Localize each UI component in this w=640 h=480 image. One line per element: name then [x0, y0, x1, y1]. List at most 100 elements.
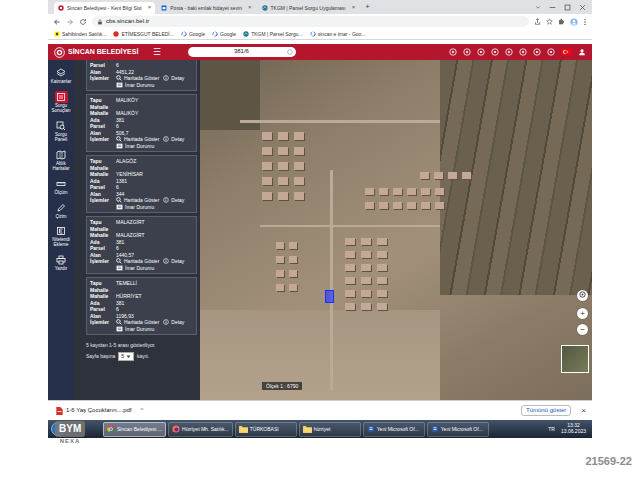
info-link[interactable]: Detay: [163, 75, 184, 82]
browser-tab[interactable]: TKGM | Parsel Sorgu Uygulaması ×: [258, 2, 360, 14]
sidebar-label[interactable]: Sorgu Sonuçları: [49, 104, 73, 114]
clock[interactable]: 13:3213.06.2023: [561, 423, 586, 435]
action-label[interactable]: Detay: [171, 75, 184, 82]
overview-map[interactable]: [561, 345, 589, 373]
sidebar-item[interactable]: Nitelendi Ekleme: [48, 224, 74, 249]
bookmark-label[interactable]: TKGM | Parsel Sorgu...: [251, 31, 303, 37]
close-tab-button[interactable]: ×: [248, 4, 252, 11]
close-download-bar-button[interactable]: ×: [581, 406, 586, 416]
close-tab-button[interactable]: ×: [352, 4, 356, 11]
share-icon[interactable]: [534, 18, 541, 25]
star-icon[interactable]: [546, 18, 553, 25]
user-icon[interactable]: [578, 48, 586, 56]
zoom-in-button[interactable]: +: [577, 308, 588, 319]
taskbar-button[interactable]: Sincan Belediyesi ...: [103, 422, 166, 437]
close-window-icon[interactable]: [579, 4, 586, 11]
sidebar-label[interactable]: Ölçüm: [54, 191, 67, 196]
bookmark[interactable]: sincan e imar - Goo...: [310, 31, 366, 37]
clock-date[interactable]: 13.06.2023: [561, 429, 586, 435]
taskbar-button[interactable]: Hürriyet Mh. Satılık...: [168, 422, 233, 437]
close-tab-button[interactable]: ×: [148, 4, 152, 11]
per-page-select[interactable]: 5: [118, 352, 134, 361]
taskbar-button[interactable]: TÜRKOBASI: [235, 422, 297, 437]
bookmark-label[interactable]: Sahibinden Satılık...: [62, 31, 106, 37]
satellite-map[interactable]: +−Ölçek 1 : 6790: [200, 60, 592, 400]
map-link[interactable]: Haritada Göster: [116, 197, 159, 204]
sidebar-item[interactable]: Katmanlar: [48, 66, 74, 86]
help-icon[interactable]: [533, 48, 541, 56]
municipality-logo[interactable]: SİNCAN BELEDİYESİ: [54, 47, 138, 58]
taskbar-button[interactable]: Yeni Microsoft Of...: [427, 422, 489, 437]
download-options-button[interactable]: ^: [140, 407, 143, 414]
action-label[interactable]: Haritada Göster: [124, 319, 159, 326]
zoning-link[interactable]: İmar Durumu: [116, 143, 154, 150]
draw-icon[interactable]: [55, 202, 68, 214]
browser-tab[interactable]: Posta - baki emlak hidayet sevin×: [157, 2, 255, 14]
info-icon[interactable]: [449, 48, 457, 56]
taskbar-label[interactable]: Yeni Microsoft Of...: [441, 426, 483, 432]
bookmark[interactable]: Google: [212, 31, 236, 37]
download-item[interactable]: 1-6 Yaş Çocukların....pdf^: [56, 407, 143, 415]
bookmark[interactable]: ETİMESGUT BELEDİ...: [113, 31, 173, 37]
action-label[interactable]: Detay: [171, 197, 184, 204]
map-link[interactable]: Haritada Göster: [116, 75, 159, 82]
sidebar-label[interactable]: Yazdır: [55, 267, 68, 272]
action-label[interactable]: Detay: [171, 258, 184, 265]
zoning-link[interactable]: İmar Durumu: [116, 82, 154, 89]
bookmark[interactable]: Google: [181, 31, 205, 37]
action-label[interactable]: İmar Durumu: [125, 204, 154, 211]
sidebar-label[interactable]: Sorgu Paneli: [49, 133, 73, 143]
action-label[interactable]: Haritada Göster: [124, 75, 159, 82]
menu-icon[interactable]: [583, 18, 587, 26]
zoning-link[interactable]: İmar Durumu: [116, 326, 154, 333]
action-label[interactable]: Detay: [171, 136, 184, 143]
sidebar-item[interactable]: Sorgu Sonuçları: [48, 90, 74, 115]
bookmark[interactable]: Sahibinden Satılık...: [54, 31, 106, 37]
layers-icon[interactable]: [55, 67, 68, 79]
sidebar-item[interactable]: Sorgu Paneli: [48, 119, 74, 144]
extensions-icon[interactable]: [558, 18, 565, 25]
action-label[interactable]: Haritada Göster: [124, 197, 159, 204]
browser-tab[interactable]: Sincan Belediyesi - Kent Bilgi Sist ×: [54, 2, 155, 14]
taskbar-label[interactable]: Yeni Microsoft Of...: [377, 426, 419, 432]
action-label[interactable]: Haritada Göster: [124, 136, 159, 143]
action-label[interactable]: İmar Durumu: [125, 143, 154, 150]
sidebar-label[interactable]: Altlık Haritalar: [49, 162, 73, 172]
taskbar-label[interactable]: hürriyet: [314, 426, 331, 432]
info-link[interactable]: Detay: [163, 136, 184, 143]
turkish-flag-icon[interactable]: [561, 48, 572, 56]
info-link[interactable]: Detay: [163, 258, 184, 265]
tab-label[interactable]: TKGM | Parsel Sorgu Uygulaması: [271, 5, 346, 11]
action-label[interactable]: İmar Durumu: [125, 265, 154, 272]
sidebar-item[interactable]: Ölçüm: [48, 177, 74, 197]
bookmark-label[interactable]: ETİMESGUT BELEDİ...: [121, 31, 173, 37]
results-icon[interactable]: [55, 91, 68, 103]
sidebar-item[interactable]: Yazdır: [48, 253, 74, 273]
zoom-out-button[interactable]: −: [577, 324, 588, 335]
show-all-button[interactable]: Tümünü göster: [521, 405, 571, 416]
back-icon[interactable]: [53, 18, 61, 26]
taskbar-label[interactable]: TÜRKOBASI: [250, 426, 279, 432]
sidebar-label[interactable]: Çizim: [55, 215, 66, 220]
reload-icon[interactable]: [79, 18, 87, 26]
forward-icon[interactable]: [66, 18, 74, 26]
home-icon[interactable]: [519, 48, 527, 56]
clear-icon[interactable]: [287, 49, 293, 55]
map-link[interactable]: Haritada Göster: [116, 319, 159, 326]
basemap-icon[interactable]: [55, 149, 68, 161]
location-icon[interactable]: [477, 48, 485, 56]
url-field[interactable]: cbs.sincan.bel.tr: [92, 16, 529, 27]
bookmark-label[interactable]: Google: [220, 31, 236, 37]
search-field[interactable]: 381/6: [188, 47, 296, 57]
per-page-value[interactable]: 5: [121, 353, 124, 360]
action-label[interactable]: İmar Durumu: [125, 326, 154, 333]
measure-icon[interactable]: [55, 178, 68, 190]
bookmark-label[interactable]: sincan e imar - Goo...: [318, 31, 366, 37]
minimize-icon[interactable]: [549, 4, 556, 11]
profile-icon[interactable]: [570, 18, 578, 26]
dropdown-icon[interactable]: [535, 4, 541, 10]
tab-label[interactable]: Sincan Belediyesi - Kent Bilgi Sist: [67, 5, 142, 11]
settings-icon[interactable]: [505, 48, 513, 56]
info-link[interactable]: Detay: [163, 197, 184, 204]
sidebar-item[interactable]: Çizim: [48, 201, 74, 221]
